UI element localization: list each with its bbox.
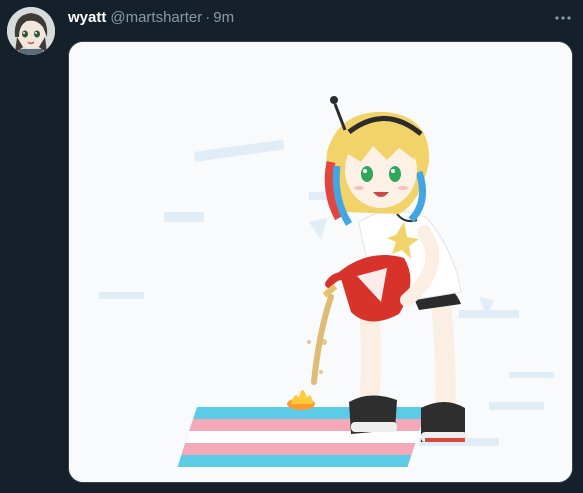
user-handle[interactable]: @martsharter — [110, 8, 202, 28]
tweet-header: wyatt @martsharter · 9m — [68, 8, 234, 28]
display-name[interactable]: wyatt — [68, 8, 106, 28]
more-options-button[interactable] — [548, 8, 578, 28]
more-horizontal-icon — [555, 16, 571, 20]
timestamp[interactable]: 9m — [213, 8, 234, 28]
avatar-image — [7, 7, 55, 55]
separator-dot: · — [205, 9, 211, 26]
avatar[interactable] — [7, 7, 55, 55]
anime-illustration — [69, 42, 572, 482]
tweet-media-image[interactable] — [68, 41, 573, 483]
tweet[interactable]: wyatt @martsharter · 9m — [0, 0, 583, 493]
